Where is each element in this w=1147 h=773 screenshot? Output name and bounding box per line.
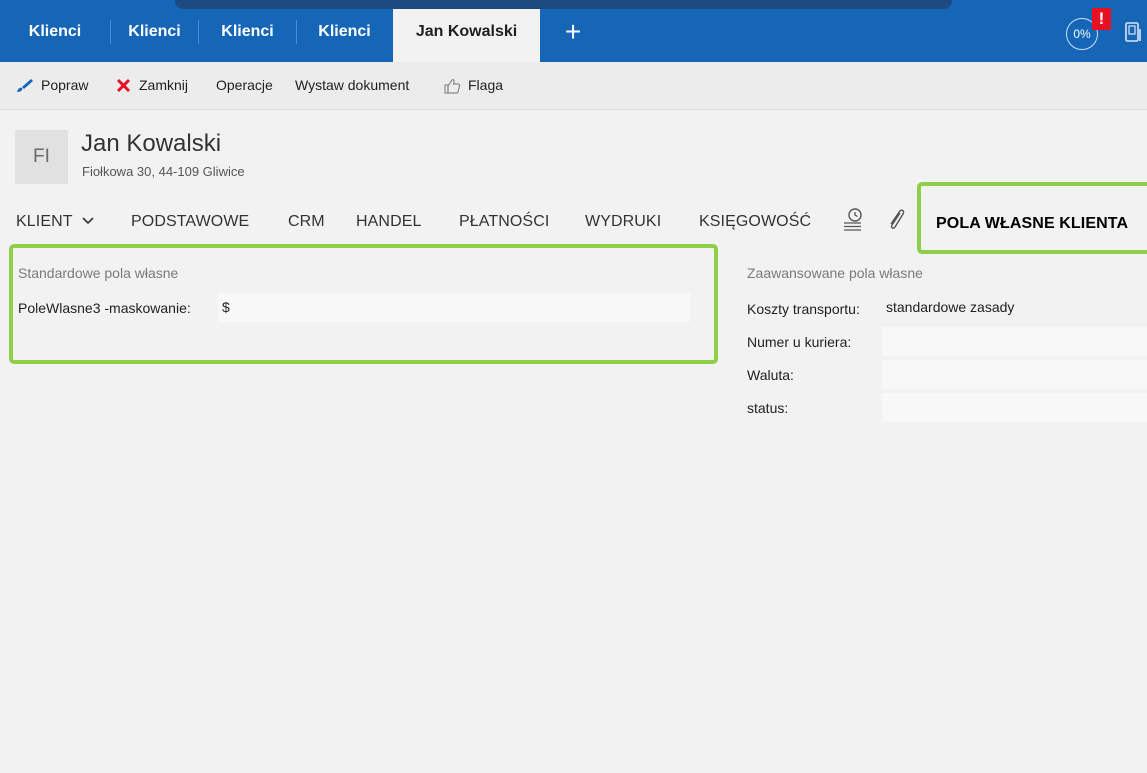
- address-text: Fiołkowa 30, 44-109 Gliwice: [82, 164, 245, 179]
- issue-document-label: Wystaw dokument: [295, 77, 410, 93]
- tab-klienci-2[interactable]: Klienci: [111, 9, 198, 62]
- edit-button[interactable]: Popraw: [15, 62, 88, 109]
- waluta-input[interactable]: [882, 360, 1147, 389]
- nav-wydruki[interactable]: WYDRUKI: [585, 213, 661, 231]
- toolbar: Popraw Zamknij Operacje Wystaw dokument …: [0, 62, 1147, 110]
- tab-jan-kowalski[interactable]: Jan Kowalski: [393, 9, 540, 62]
- issue-document-button[interactable]: Wystaw dokument: [295, 62, 409, 109]
- koszty-transportu-value[interactable]: standardowe zasady: [886, 293, 1147, 322]
- polewlasne3-input[interactable]: $: [218, 293, 690, 322]
- avatar: FI: [15, 130, 68, 184]
- waluta-label: Waluta:: [747, 367, 794, 383]
- numer-u-kuriera-input[interactable]: [882, 327, 1147, 356]
- nav-ksiegowosc[interactable]: KSIĘGOWOŚĆ: [699, 213, 811, 231]
- history-list-icon[interactable]: [841, 207, 865, 233]
- thumbs-up-icon: [444, 78, 461, 94]
- standard-section-title: Standardowe pola własne: [18, 265, 179, 281]
- chevron-down-icon: [82, 217, 94, 225]
- nav-crm[interactable]: CRM: [288, 213, 325, 231]
- brush-icon: [17, 79, 33, 92]
- edit-label: Popraw: [41, 77, 89, 93]
- tab-klienci-1[interactable]: Klienci: [0, 9, 110, 62]
- koszty-transportu-label: Koszty transportu:: [747, 301, 860, 317]
- status-label: status:: [747, 400, 789, 416]
- close-label: Zamknij: [139, 77, 189, 93]
- flag-label: Flaga: [468, 77, 504, 93]
- nav-platnosci[interactable]: PŁATNOŚCI: [459, 213, 549, 231]
- device-icon[interactable]: [1124, 21, 1144, 45]
- advanced-section-title: Zaawansowane pola własne: [747, 265, 923, 281]
- nav-klient[interactable]: KLIENT: [16, 213, 95, 231]
- polewlasne3-label: PoleWlasne3 -maskowanie:: [18, 300, 191, 316]
- tab-klienci-3[interactable]: Klienci: [199, 9, 296, 62]
- new-tab-plus-icon[interactable]: +: [560, 14, 586, 50]
- alert-icon[interactable]: !: [1092, 8, 1111, 30]
- nav-podstawowe[interactable]: PODSTAWOWE: [131, 213, 249, 231]
- operations-button[interactable]: Operacje: [216, 62, 273, 109]
- flag-button[interactable]: Flaga: [444, 62, 503, 109]
- paperclip-icon[interactable]: [885, 207, 907, 233]
- numer-u-kuriera-label: Numer u kuriera:: [747, 334, 852, 350]
- page-title: Jan Kowalski: [81, 130, 222, 157]
- close-button[interactable]: Zamknij: [115, 62, 188, 109]
- operations-label: Operacje: [216, 77, 273, 93]
- status-input[interactable]: [882, 393, 1147, 422]
- nav-handel[interactable]: HANDEL: [356, 213, 422, 231]
- close-icon: [116, 78, 131, 93]
- tab-bar: Klienci Klienci Klienci Klienci Jan Kowa…: [0, 0, 1147, 62]
- window-top-strip: [175, 0, 952, 9]
- tab-pola-wlasne-klienta[interactable]: POLA WŁASNE KLIENTA: [936, 215, 1128, 233]
- nav-klient-label: KLIENT: [16, 213, 73, 230]
- tab-klienci-4[interactable]: Klienci: [297, 9, 392, 62]
